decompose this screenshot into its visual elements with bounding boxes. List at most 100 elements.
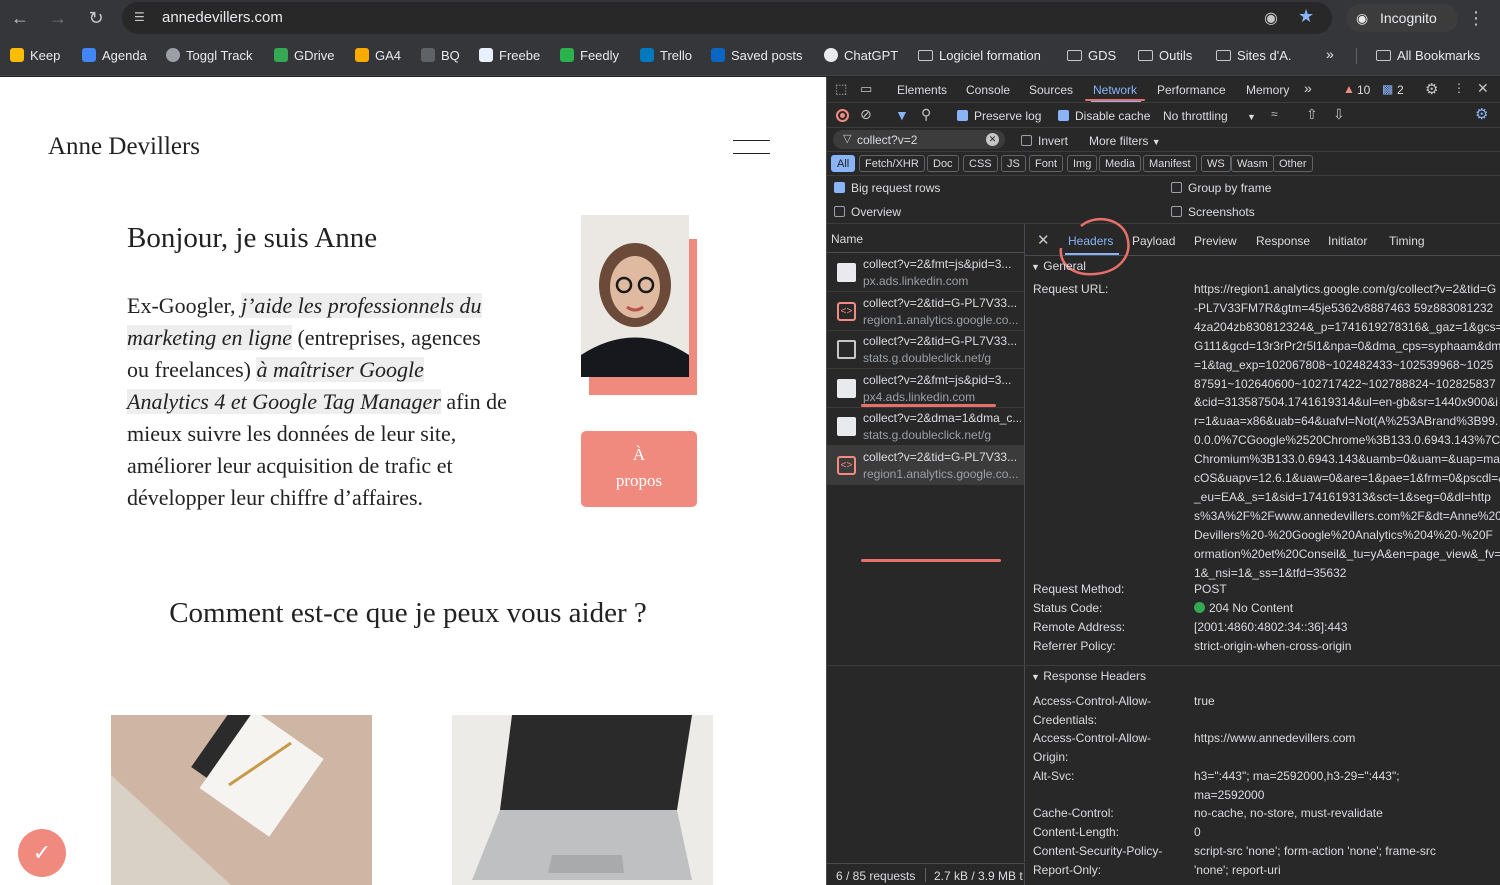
more-filters-dropdown[interactable]: More filters ▼	[1089, 134, 1161, 148]
request-row[interactable]: <> collect?v=2&tid=G-PL7V33... region1.ana…	[827, 292, 1024, 331]
tab-payload[interactable]: Payload	[1132, 234, 1175, 248]
alt-svc-value-2: ma=2592000	[1194, 788, 1265, 802]
bookmark-bq[interactable]: BQ	[421, 48, 460, 63]
settings-gear-icon[interactable]: ⚙	[1425, 80, 1438, 98]
throttling-select[interactable]: No throttling ▼	[1163, 109, 1256, 123]
content-length-value: 0	[1194, 825, 1201, 839]
type-filter-doc[interactable]: Doc	[927, 155, 959, 172]
tab-console[interactable]: Console	[966, 83, 1010, 97]
bookmark-gdrive[interactable]: GDrive	[274, 48, 334, 63]
type-filter-js[interactable]: JS	[1001, 155, 1026, 172]
url-text[interactable]: annedevillers.com	[162, 9, 283, 26]
type-filter-ws[interactable]: WS	[1201, 155, 1231, 172]
annotation-underline-request-2	[861, 404, 996, 407]
bookmark-trello[interactable]: Trello	[640, 48, 692, 63]
bookmark-agenda[interactable]: Agenda	[82, 48, 147, 63]
bookmark-saved-posts[interactable]: Saved posts	[711, 48, 803, 63]
network-settings-icon[interactable]: ⚙	[1475, 105, 1488, 123]
back-arrow-icon[interactable]: ←	[8, 6, 32, 30]
close-devtools-icon[interactable]: ✕	[1477, 80, 1489, 97]
tab-initiator[interactable]: Initiator	[1328, 234, 1367, 248]
messages-count[interactable]: 2	[1397, 83, 1404, 97]
menu-dots-icon[interactable]: ⋮	[1464, 6, 1488, 30]
search-icon[interactable]: ⚲	[921, 106, 931, 123]
site-settings-icon[interactable]: ☰	[134, 10, 150, 24]
type-filter-all[interactable]: All	[831, 155, 856, 172]
about-button[interactable]: À propos	[581, 431, 697, 507]
type-filter-media[interactable]: Media	[1099, 155, 1141, 172]
reload-icon[interactable]: ↻	[84, 6, 108, 30]
devtools-menu-icon[interactable]: ⋮	[1453, 81, 1465, 95]
tab-response[interactable]: Response	[1256, 234, 1310, 248]
tab-elements[interactable]: Elements	[897, 83, 947, 97]
type-filter-other[interactable]: Other	[1273, 155, 1313, 172]
wifi-conditions-icon[interactable]: ≈	[1271, 107, 1278, 121]
device-toggle-icon[interactable]: ▭	[860, 81, 872, 97]
invert-checkbox[interactable]: Invert	[1021, 134, 1068, 148]
inspect-icon[interactable]: ⬚	[835, 81, 847, 97]
bookmark-feedly[interactable]: Feedly	[560, 48, 619, 63]
bookmark-chatgpt[interactable]: ChatGPT	[824, 48, 898, 63]
big-request-rows-checkbox[interactable]: Big request rows	[834, 181, 940, 195]
notebook-image	[111, 715, 372, 885]
upload-icon[interactable]: ⇧	[1306, 106, 1318, 123]
group-by-frame-checkbox[interactable]: Group by frame	[1171, 181, 1271, 195]
address-bar[interactable]: ☰ annedevillers.com ◉ ★	[122, 2, 1332, 34]
incognito-badge[interactable]: ◉ Incognito	[1346, 4, 1458, 32]
more-tabs-icon[interactable]: »	[1304, 80, 1312, 96]
filter-input[interactable]: ▽ collect?v=2 ✕	[833, 130, 1005, 149]
site-logo[interactable]: Anne Devillers	[48, 133, 200, 161]
response-headers-section-toggle[interactable]: ▼ Response Headers	[1031, 669, 1146, 683]
request-row[interactable]: collect?v=2&fmt=js&pid=3... px4.ads.linke…	[827, 369, 1024, 408]
bookmark-logiciel-formation[interactable]: Logiciel formation	[918, 48, 1041, 63]
request-row[interactable]: collect?v=2&fmt=js&pid=3... px.ads.linked…	[827, 253, 1024, 292]
request-row[interactable]: collect?v=2&dma=1&dma_c... stats.g.double…	[827, 407, 1024, 447]
clear-icon[interactable]: ⊘	[860, 106, 872, 123]
warning-icon[interactable]: ▲	[1343, 82, 1355, 96]
bookmark-keep[interactable]: Keep	[10, 48, 60, 63]
browser-toolbar: ← → ↻ ☰ annedevillers.com ◉ ★ ◉ Incognit…	[0, 0, 1500, 36]
bookmark-gds[interactable]: GDS	[1067, 48, 1116, 63]
bookmark-ga4[interactable]: GA4	[355, 48, 401, 63]
download-icon[interactable]: ⇩	[1333, 106, 1345, 123]
bookmark-sites[interactable]: Sites d'A.	[1216, 48, 1292, 63]
request-row[interactable]: <> collect?v=2&tid=G-PL7V33... region1.ana…	[827, 446, 1024, 485]
close-detail-icon[interactable]: ✕	[1037, 231, 1050, 249]
type-filter-manifest[interactable]: Manifest	[1143, 155, 1197, 172]
disable-cache-checkbox[interactable]: Disable cache	[1058, 109, 1150, 123]
type-filter-font[interactable]: Font	[1029, 155, 1064, 172]
more-bookmarks-icon[interactable]: »	[1326, 46, 1334, 62]
name-column-header[interactable]: Name	[827, 224, 1024, 253]
type-filter-css[interactable]: CSS	[963, 155, 998, 172]
tab-network[interactable]: Network	[1093, 83, 1137, 97]
record-icon[interactable]	[836, 109, 849, 122]
tab-timing[interactable]: Timing	[1389, 234, 1425, 248]
bookmark-outils[interactable]: Outils	[1138, 48, 1192, 63]
hamburger-menu-icon[interactable]	[733, 140, 770, 154]
bookmark-all[interactable]: All Bookmarks	[1376, 48, 1480, 63]
messages-icon[interactable]: ▩	[1382, 82, 1393, 96]
warnings-count[interactable]: 10	[1357, 83, 1370, 97]
clear-filter-icon[interactable]: ✕	[986, 133, 999, 146]
tab-sources[interactable]: Sources	[1029, 83, 1073, 97]
tab-memory[interactable]: Memory	[1246, 83, 1289, 97]
request-host: px4.ads.linkedin.com	[863, 389, 976, 404]
type-filter-img[interactable]: Img	[1067, 155, 1098, 172]
type-filter-fetchxhr[interactable]: Fetch/XHR	[859, 155, 925, 172]
overview-checkbox[interactable]: Overview	[834, 205, 901, 219]
screenshots-checkbox[interactable]: Screenshots	[1171, 205, 1255, 219]
eye-off-icon[interactable]: ◉	[1264, 8, 1278, 28]
filter-icon[interactable]: ▼	[895, 107, 909, 123]
tab-performance[interactable]: Performance	[1157, 83, 1226, 97]
preserve-log-checkbox[interactable]: Preserve log	[957, 109, 1041, 123]
request-row[interactable]: collect?v=2&tid=G-PL7V33... stats.g.doubl…	[827, 330, 1024, 370]
type-filter-wasm[interactable]: Wasm	[1231, 155, 1274, 172]
bookmark-star-icon[interactable]: ★	[1298, 6, 1314, 27]
request-url-line: Chromium%3B133.0.6943.143&uamb=0&uam=&ua…	[1194, 452, 1500, 467]
general-section-toggle[interactable]: ▼ General	[1031, 259, 1086, 273]
forward-arrow-icon[interactable]: →	[46, 6, 70, 30]
bookmark-toggl[interactable]: Toggl Track	[166, 48, 252, 63]
tab-preview[interactable]: Preview	[1194, 234, 1237, 248]
bookmark-freebe[interactable]: Freebe	[479, 48, 540, 63]
floating-check-icon[interactable]: ✓	[18, 829, 66, 877]
